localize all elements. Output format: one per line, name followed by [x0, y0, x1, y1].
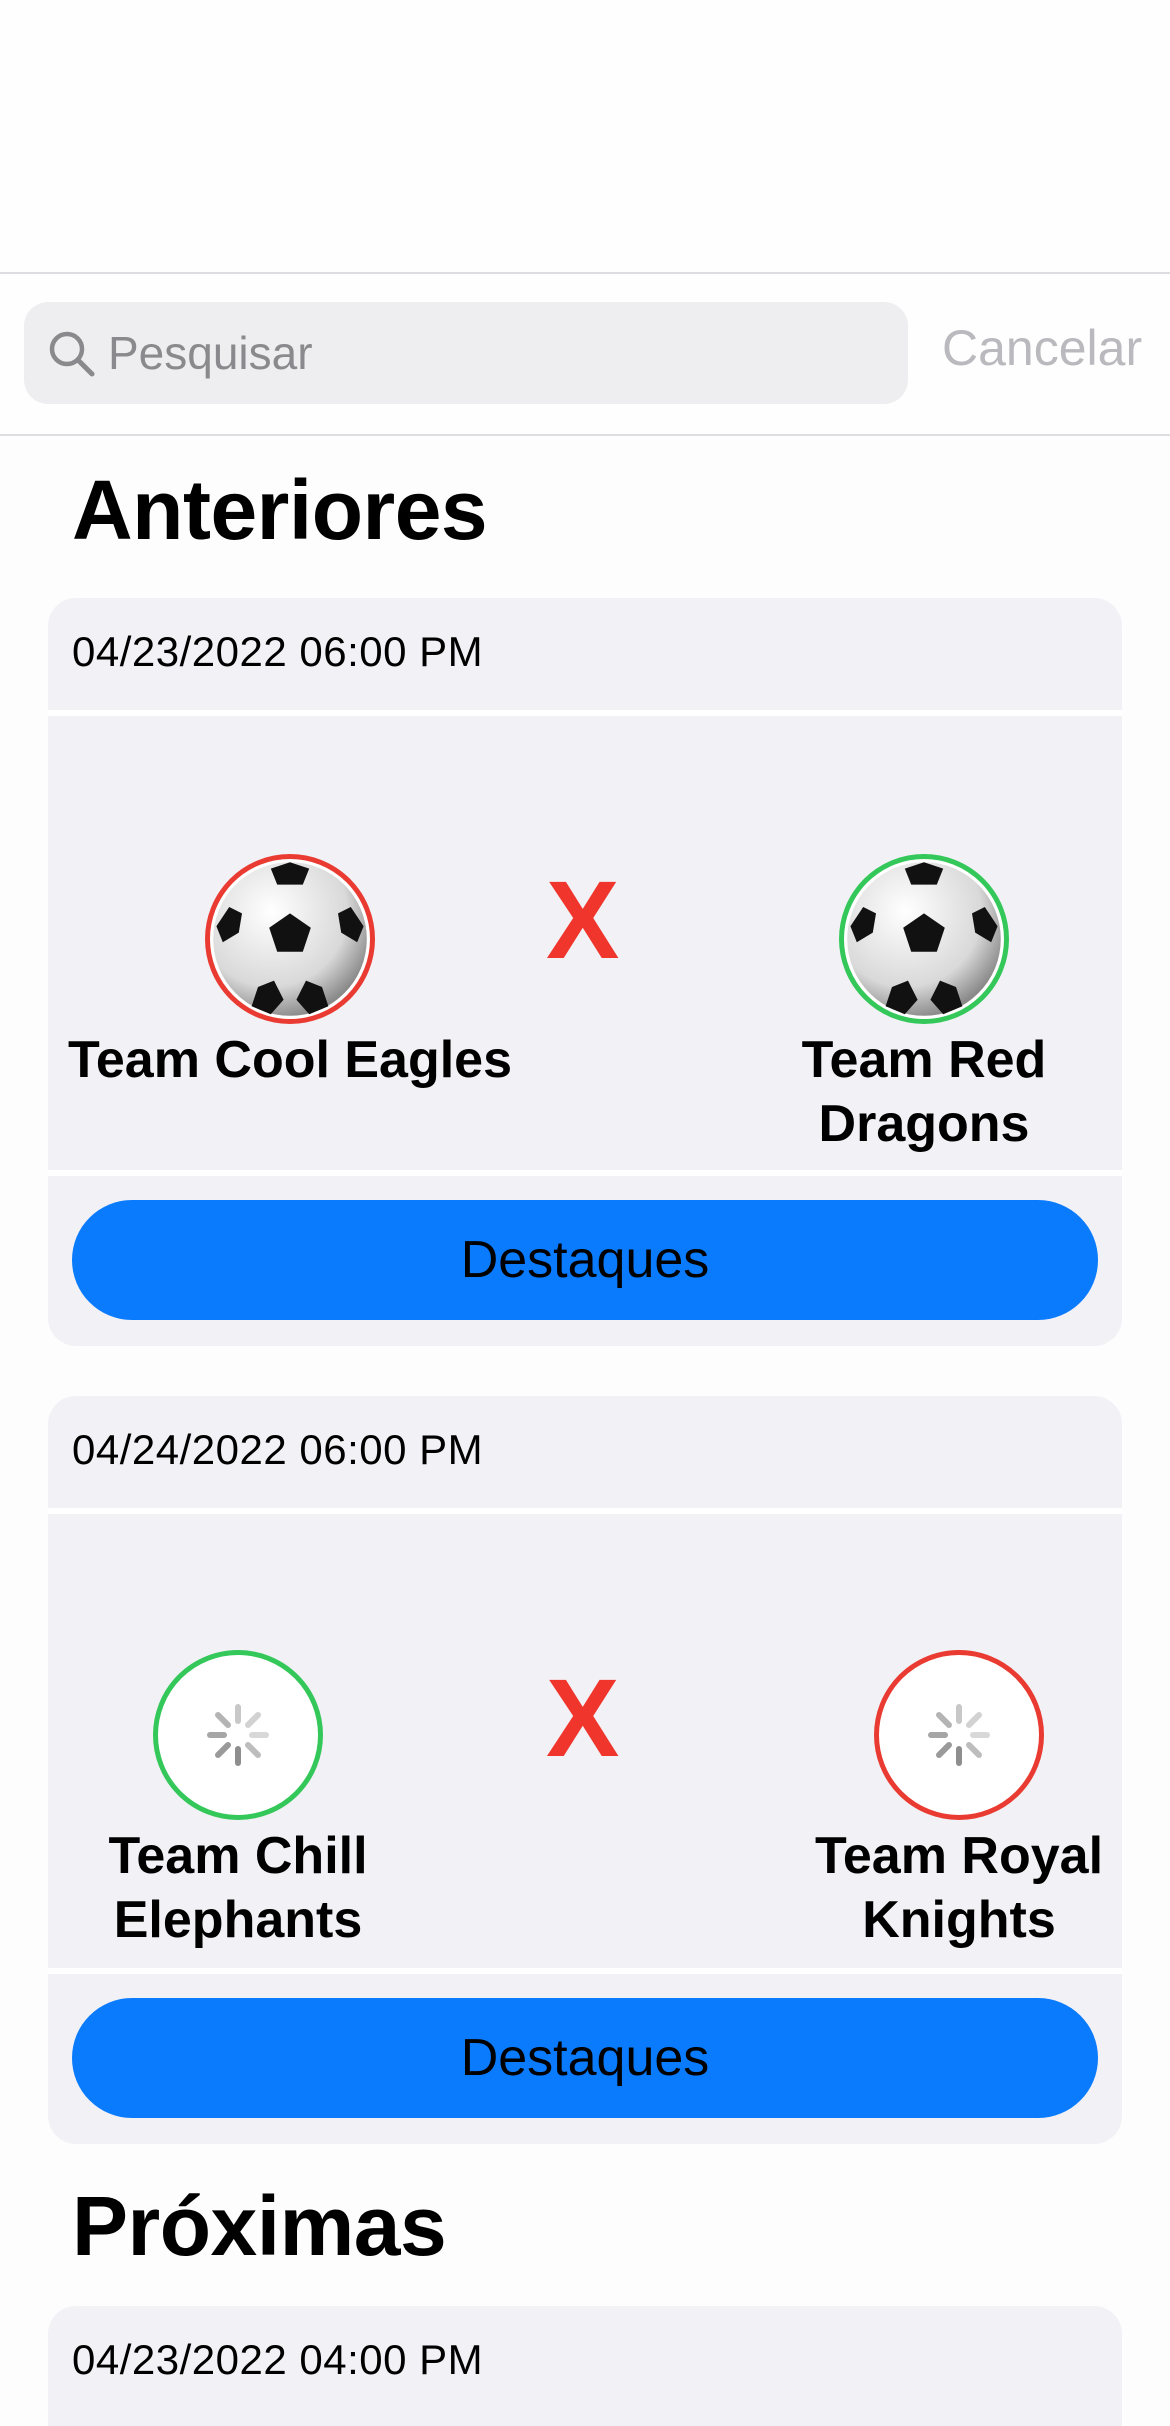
match-card: 04/23/2022 04:00 PM [48, 2306, 1122, 2426]
soccer-ball-icon [847, 862, 1001, 1016]
match-teams-row: Team Cool Eagles X Team Red Dragons [48, 716, 1122, 1176]
match-date: 04/23/2022 06:00 PM [72, 628, 484, 675]
team-name: Team Chill Elephants [108, 1827, 368, 1949]
loading-spinner-icon [928, 1704, 990, 1766]
search-bar: Cancelar [0, 274, 1170, 436]
navigation-bar-area [0, 0, 1170, 274]
match-button-row: Destaques [48, 1974, 1122, 2144]
team-name: Team Cool Eagles [67, 1031, 513, 1089]
match-date-row: 04/23/2022 04:00 PM [48, 2306, 1122, 2418]
away-team[interactable]: Team Royal Knights [794, 1650, 1122, 1952]
home-team[interactable]: Team Cool Eagles [50, 854, 530, 1092]
section-title-past: Anteriores [72, 463, 488, 557]
match-card: 04/24/2022 06:00 PM Team Chill Elephants… [48, 1396, 1122, 2144]
loading-spinner-icon [207, 1704, 269, 1766]
highlights-button[interactable]: Destaques [72, 1200, 1098, 1320]
match-button-row: Destaques [48, 1176, 1122, 1346]
soccer-ball-icon [213, 862, 367, 1016]
team-logo [874, 1650, 1044, 1820]
team-logo [153, 1650, 323, 1820]
match-teams-row: Team Chill Elephants X Team Royal Knight… [48, 1514, 1122, 1974]
match-date-row: 04/24/2022 06:00 PM [48, 1396, 1122, 1514]
away-team[interactable]: Team Red Dragons [764, 854, 1084, 1156]
team-logo [205, 854, 375, 1024]
versus-mark: X [546, 859, 620, 982]
section-title-upcoming: Próximas [72, 2179, 447, 2273]
team-logo [839, 854, 1009, 1024]
search-field[interactable] [24, 302, 908, 404]
team-name: Team Royal Knights [814, 1827, 1104, 1949]
team-name: Team Red Dragons [801, 1031, 1047, 1153]
match-date: 04/23/2022 04:00 PM [72, 2336, 484, 2383]
match-date-row: 04/23/2022 06:00 PM [48, 598, 1122, 716]
match-date: 04/24/2022 06:00 PM [72, 1426, 484, 1473]
home-team[interactable]: Team Chill Elephants [88, 1650, 388, 1952]
match-card: 04/23/2022 06:00 PM Team Cool Eagles X T… [48, 598, 1122, 1346]
search-input[interactable] [108, 302, 888, 404]
cancel-button[interactable]: Cancelar [942, 318, 1142, 378]
versus-mark: X [546, 1657, 620, 1780]
search-icon [49, 331, 95, 377]
highlights-button[interactable]: Destaques [72, 1998, 1098, 2118]
